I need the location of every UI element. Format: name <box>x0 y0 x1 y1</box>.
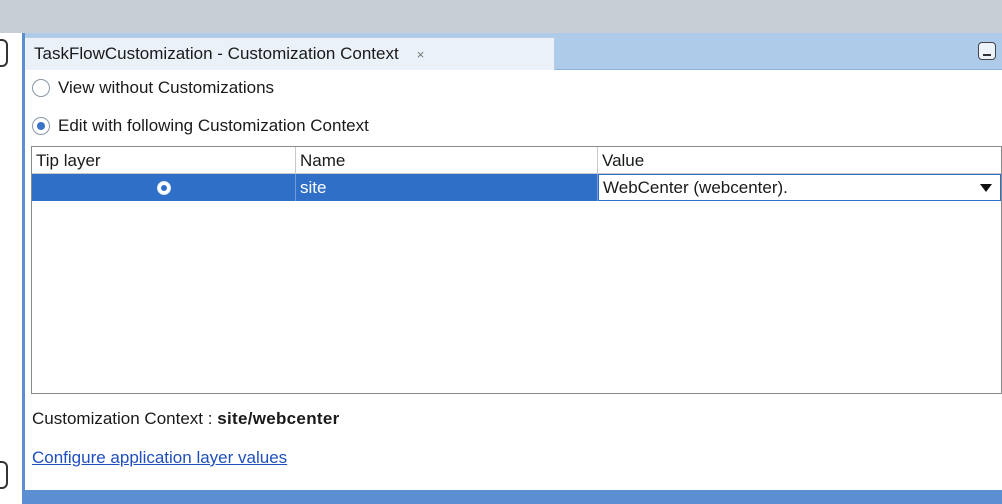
edit-with-context-label: Edit with following Customization Contex… <box>58 116 369 135</box>
configure-application-layer-link[interactable]: Configure application layer values <box>32 448 287 468</box>
customization-context-panel: TaskFlowCustomization - Customization Co… <box>22 33 1002 504</box>
radio-icon[interactable] <box>32 79 50 97</box>
customization-context-table: Tip layer Name Value site WebCenter (web… <box>31 146 1002 394</box>
view-without-customizations-label: View without Customizations <box>58 78 275 97</box>
top-strip <box>0 0 1002 33</box>
tab-bar: TaskFlowCustomization - Customization Co… <box>25 33 1002 70</box>
column-header-tip-layer[interactable]: Tip layer <box>32 147 296 174</box>
name-cell: site <box>296 174 598 201</box>
customization-context-summary: Customization Context : site/webcenter <box>32 409 340 429</box>
close-icon[interactable]: × <box>417 47 425 62</box>
minimize-icon[interactable] <box>978 42 996 60</box>
table-header: Tip layer Name Value <box>32 147 1001 174</box>
edit-with-context-option[interactable]: Edit with following Customization Contex… <box>32 114 369 138</box>
value-dropdown-selected: WebCenter (webcenter). <box>603 177 788 197</box>
tip-layer-cell[interactable] <box>32 174 296 201</box>
table-row[interactable]: site WebCenter (webcenter). <box>32 174 1001 201</box>
value-dropdown[interactable]: WebCenter (webcenter). <box>598 174 1001 201</box>
dropdown-arrow-icon[interactable] <box>980 184 992 192</box>
view-without-customizations-option[interactable]: View without Customizations <box>32 76 274 100</box>
radio-selected-icon[interactable] <box>32 117 50 135</box>
tab-customization-context[interactable]: TaskFlowCustomization - Customization Co… <box>25 37 555 70</box>
context-value: site/webcenter <box>217 409 340 428</box>
left-gutter <box>0 33 22 504</box>
gutter-expand-icon[interactable] <box>0 461 8 489</box>
context-label: Customization Context : <box>32 409 218 428</box>
gutter-collapse-icon[interactable] <box>0 39 8 67</box>
tip-layer-radio-icon[interactable] <box>156 180 171 195</box>
bottom-edge <box>22 490 1002 504</box>
tab-title: TaskFlowCustomization - Customization Co… <box>34 44 399 63</box>
column-header-value[interactable]: Value <box>598 147 1001 174</box>
column-header-name[interactable]: Name <box>296 147 598 174</box>
